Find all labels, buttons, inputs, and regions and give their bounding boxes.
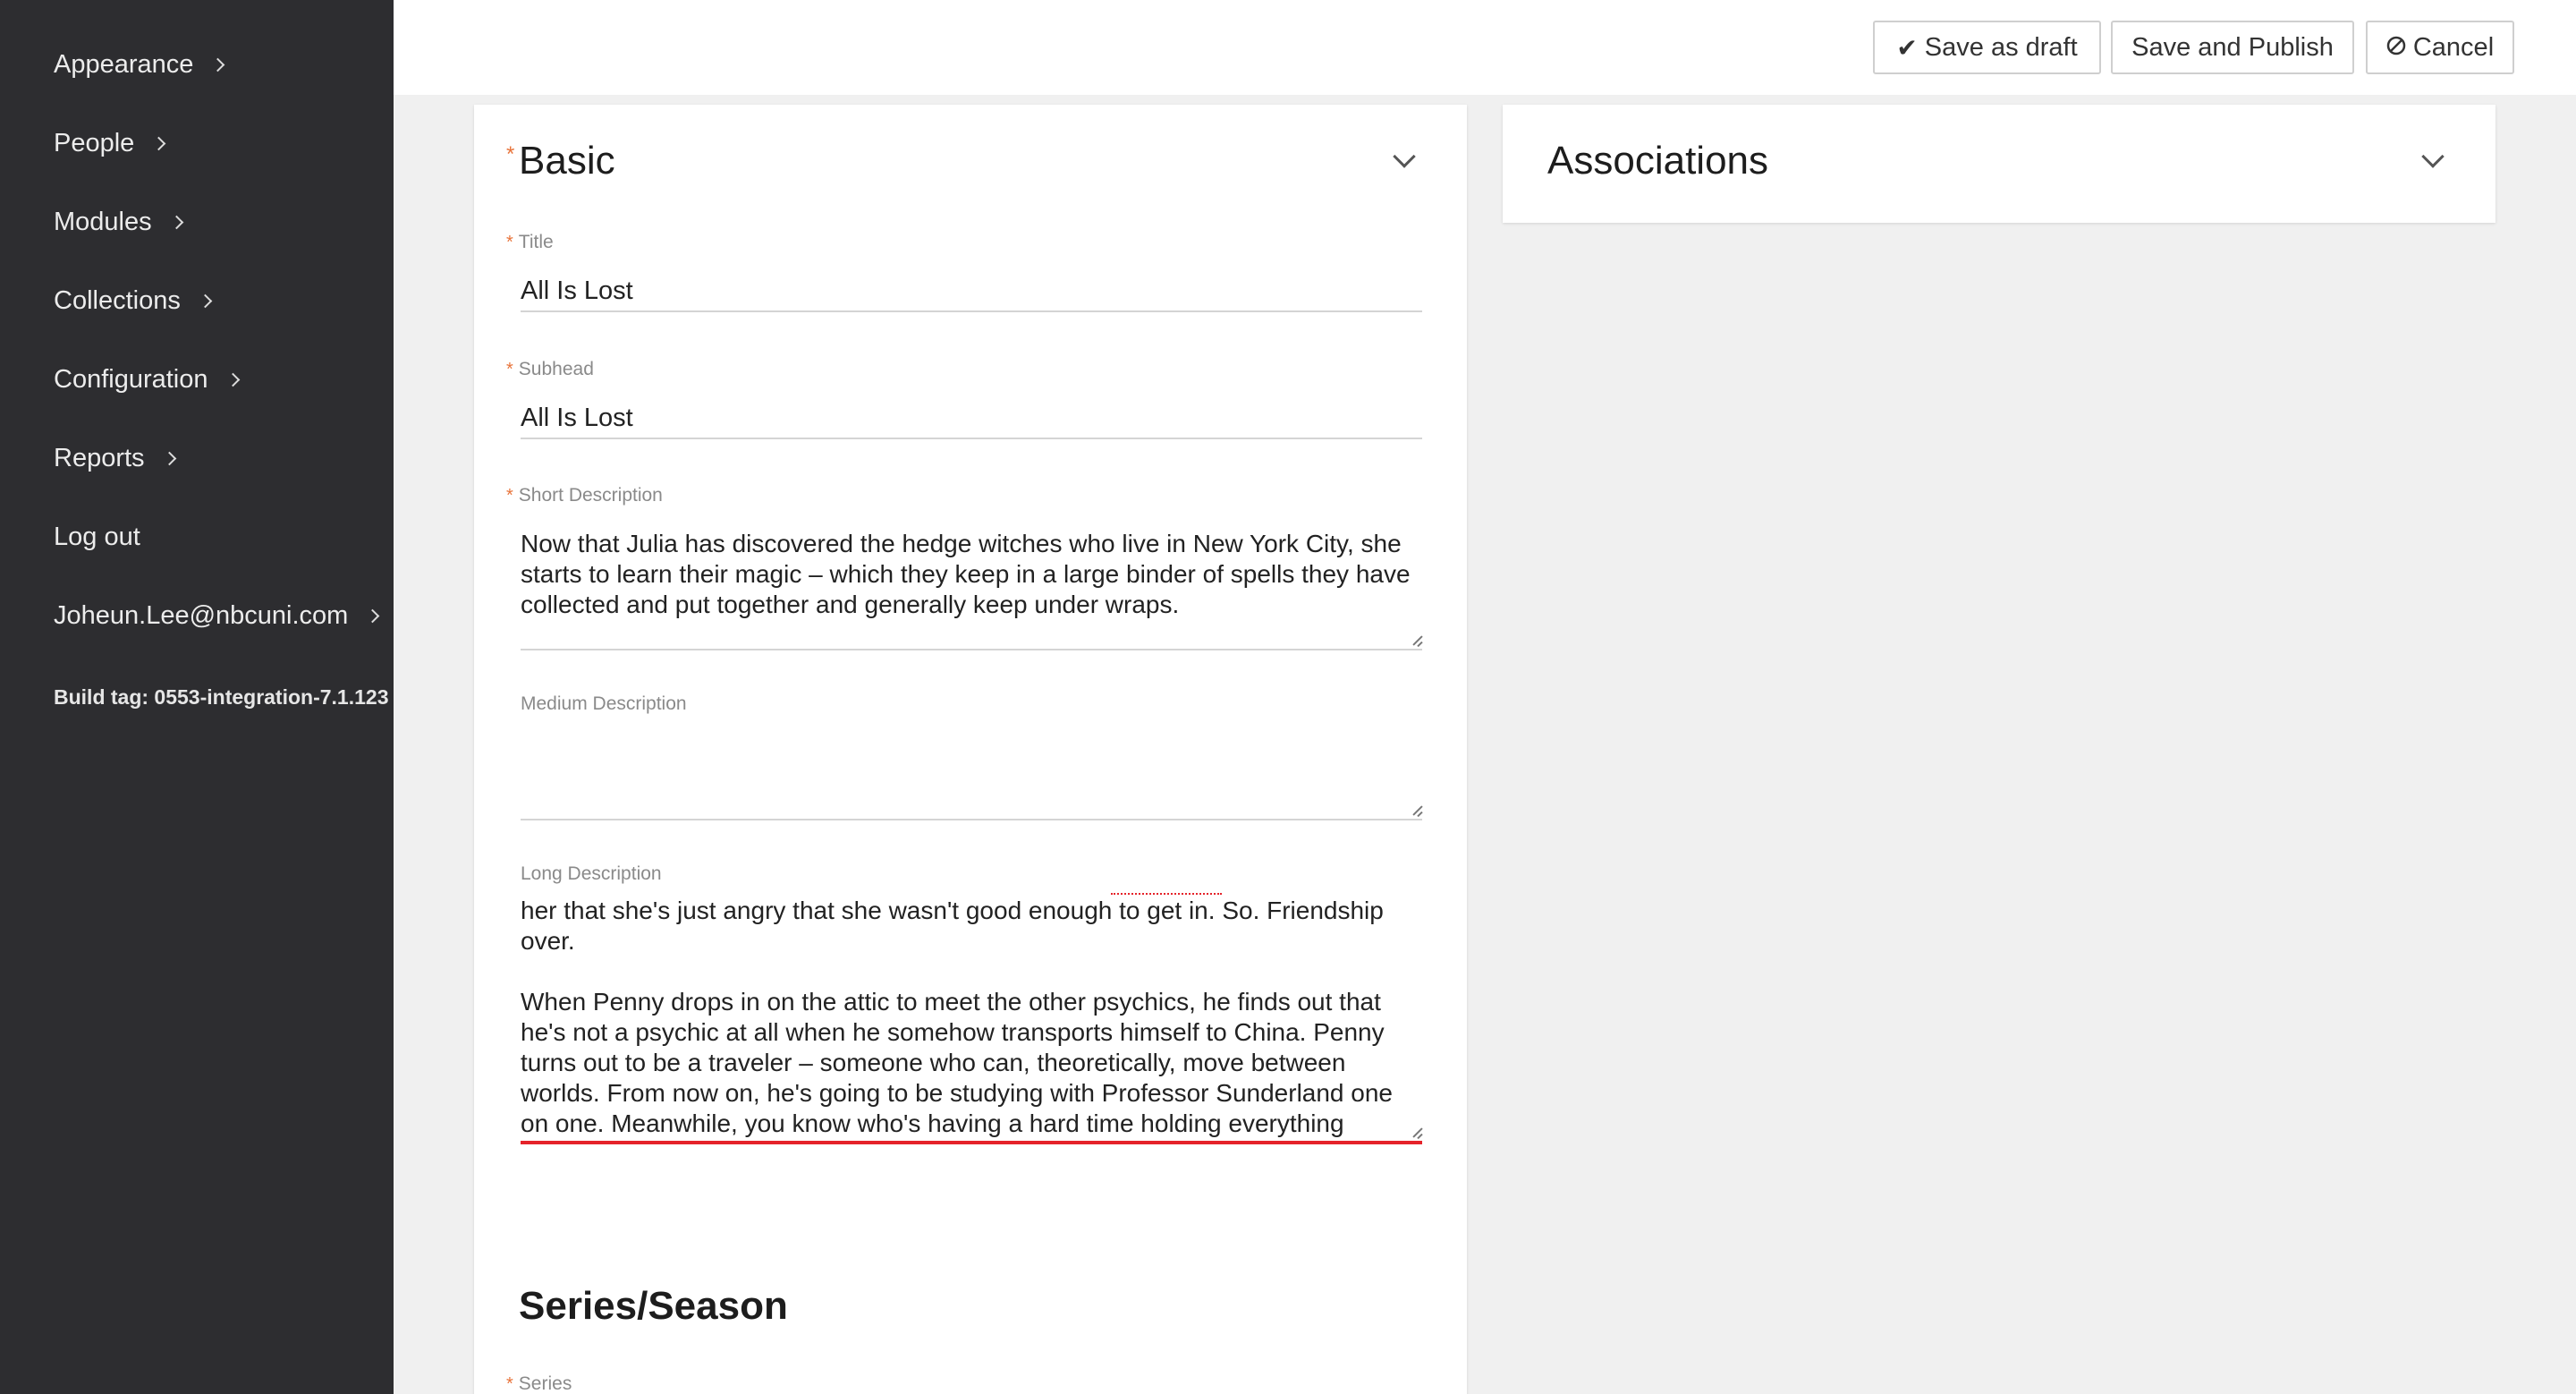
sidebar-item-appearance[interactable]: Appearance (54, 50, 225, 80)
sidebar-item-collections[interactable]: Collections (54, 286, 213, 316)
sidebar-item-label: People (54, 129, 135, 157)
title-field-label: * Title (506, 232, 554, 253)
title-label-text: Title (518, 232, 554, 252)
sidebar-item-label: Joheun.Lee@nbcuni.com (54, 601, 349, 630)
associations-panel: Associations (1503, 105, 2496, 223)
sidebar-item-configuration[interactable]: Configuration (54, 365, 240, 395)
medium-description-field-label: Medium Description (521, 693, 687, 715)
basic-panel-title: Basic (519, 139, 615, 183)
basic-panel: * Basic *Title *Subhead *Short Descripti… (474, 105, 1467, 1394)
save-publish-button[interactable]: Save and Publish (2111, 21, 2354, 74)
chevron-right-icon (225, 372, 240, 387)
medium-description-field[interactable] (521, 731, 1422, 820)
associations-panel-title: Associations (1547, 139, 1769, 183)
sidebar-item-label: Collections (54, 286, 181, 315)
save-draft-label: Save as draft (1924, 32, 2078, 62)
subhead-field[interactable] (521, 398, 1422, 439)
chevron-down-icon[interactable] (2421, 145, 2445, 168)
required-indicator: * (506, 360, 513, 379)
spellcheck-underline (1111, 892, 1222, 895)
long-description-field[interactable] (521, 896, 1422, 1144)
sidebar-item-label: Reports (54, 444, 145, 472)
chevron-down-icon[interactable] (1393, 145, 1416, 168)
short-description-field-label: * Short Description (506, 485, 663, 506)
title-field[interactable] (521, 271, 1422, 312)
sidebar-item-label: Modules (54, 208, 152, 236)
chevron-right-icon (169, 215, 183, 230)
sidebar: Appearance People Modules Collections Co… (0, 0, 394, 1394)
resize-handle-icon[interactable] (1410, 804, 1422, 817)
chevron-right-icon (211, 57, 225, 72)
sidebar-item-people[interactable]: People (54, 129, 166, 158)
save-draft-button[interactable]: ✔ Save as draft (1873, 21, 2101, 74)
cancel-button[interactable]: Cancel (2366, 21, 2514, 74)
required-indicator: * (506, 142, 515, 166)
sidebar-item-user-account[interactable]: Joheun.Lee@nbcuni.com (54, 601, 380, 631)
long-description-field-label: Long Description (521, 863, 662, 885)
subhead-label-text: Subhead (518, 359, 594, 379)
sidebar-item-logout[interactable]: Log out (54, 523, 140, 552)
resize-handle-icon[interactable] (1410, 1126, 1422, 1139)
required-indicator: * (506, 486, 513, 506)
sidebar-item-label: Appearance (54, 50, 194, 79)
sidebar-item-reports[interactable]: Reports (54, 444, 176, 473)
medium-description-label-text: Medium Description (521, 693, 687, 714)
sidebar-item-modules[interactable]: Modules (54, 208, 183, 237)
ban-icon (2386, 33, 2406, 62)
subhead-field-label: * Subhead (506, 359, 594, 380)
chevron-right-icon (152, 136, 166, 151)
build-tag: Build tag: 0553-integration-7.1.123 (54, 685, 389, 709)
sidebar-item-label: Configuration (54, 365, 208, 394)
required-indicator: * (506, 233, 513, 252)
sidebar-item-label: Log out (54, 523, 140, 551)
chevron-right-icon (162, 451, 176, 466)
required-indicator: * (506, 1374, 513, 1394)
chevron-right-icon (366, 608, 380, 624)
series-season-section-title: Series/Season (519, 1284, 788, 1328)
checkmark-icon: ✔ (1896, 33, 1918, 62)
long-description-label-text: Long Description (521, 863, 662, 884)
cancel-label: Cancel (2412, 32, 2495, 62)
series-field-label: * Series (506, 1373, 572, 1394)
chevron-right-icon (198, 293, 213, 309)
short-description-field[interactable] (521, 529, 1422, 650)
save-publish-label: Save and Publish (2131, 32, 2334, 62)
short-description-label-text: Short Description (518, 485, 663, 506)
resize-handle-icon[interactable] (1410, 634, 1422, 647)
series-label-text: Series (518, 1373, 572, 1394)
